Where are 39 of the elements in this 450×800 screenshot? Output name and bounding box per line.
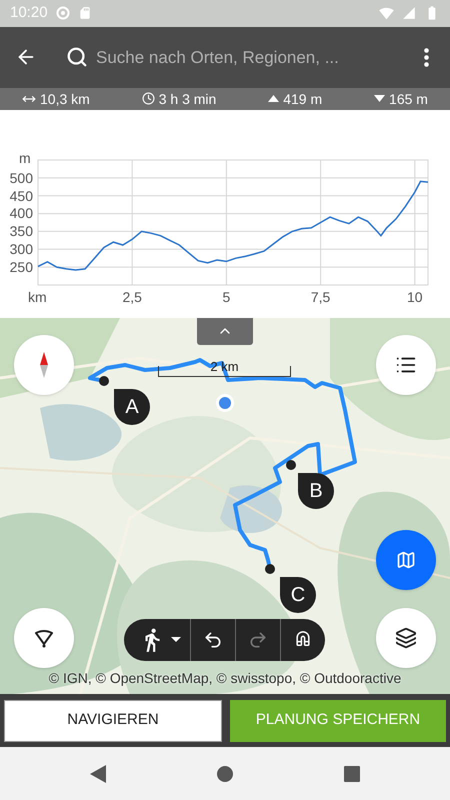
x-tick-label: 10 bbox=[406, 290, 424, 304]
navigate-button[interactable]: NAVIGIEREN bbox=[4, 700, 222, 742]
y-tick-label: 500 bbox=[8, 170, 33, 185]
sync-icon bbox=[56, 6, 70, 20]
stat-value: 10,3 km bbox=[40, 92, 90, 106]
caret-icon bbox=[171, 637, 181, 642]
compass-icon bbox=[40, 352, 48, 378]
x-axis-unit: km bbox=[28, 290, 47, 304]
map-icon bbox=[396, 550, 416, 570]
x-tick-label: 5 bbox=[221, 290, 232, 304]
up-triangle-icon bbox=[268, 95, 280, 102]
more-icon bbox=[424, 48, 428, 67]
y-tick-label: 400 bbox=[8, 206, 33, 220]
y-axis-unit: m bbox=[19, 150, 31, 165]
recents-square-icon[interactable] bbox=[344, 766, 360, 782]
wifi-icon bbox=[379, 6, 394, 21]
home-circle-icon[interactable] bbox=[216, 764, 234, 783]
y-tick-label: 350 bbox=[8, 224, 33, 238]
down-triangle-icon bbox=[374, 95, 386, 102]
clock-time: 10:20 bbox=[10, 3, 48, 24]
x-tick-label: 7,5 bbox=[310, 290, 332, 304]
search-icon bbox=[66, 46, 88, 68]
undo-icon bbox=[203, 630, 223, 650]
y-tick-label: 450 bbox=[8, 188, 33, 203]
layers-icon bbox=[395, 626, 417, 649]
view-cone-icon bbox=[34, 628, 54, 648]
redo-icon bbox=[248, 630, 268, 650]
back-triangle-icon[interactable] bbox=[90, 764, 106, 783]
stat-value: 3 h 3 min bbox=[158, 92, 216, 106]
y-tick-label: 250 bbox=[8, 260, 33, 274]
clock-icon bbox=[142, 92, 155, 106]
y-tick-label: 300 bbox=[8, 242, 33, 256]
stat-value: 419 m bbox=[283, 92, 322, 106]
map-attribution: © IGN, © OpenStreetMap, © swisstopo, © Outdooractive bbox=[48, 670, 402, 685]
collapse-tab[interactable] bbox=[197, 318, 253, 345]
stat-value: 165 m bbox=[389, 92, 428, 106]
signal-icon bbox=[402, 6, 416, 20]
sd-card-icon bbox=[78, 6, 92, 20]
x-tick-label: 2,5 bbox=[121, 290, 143, 304]
